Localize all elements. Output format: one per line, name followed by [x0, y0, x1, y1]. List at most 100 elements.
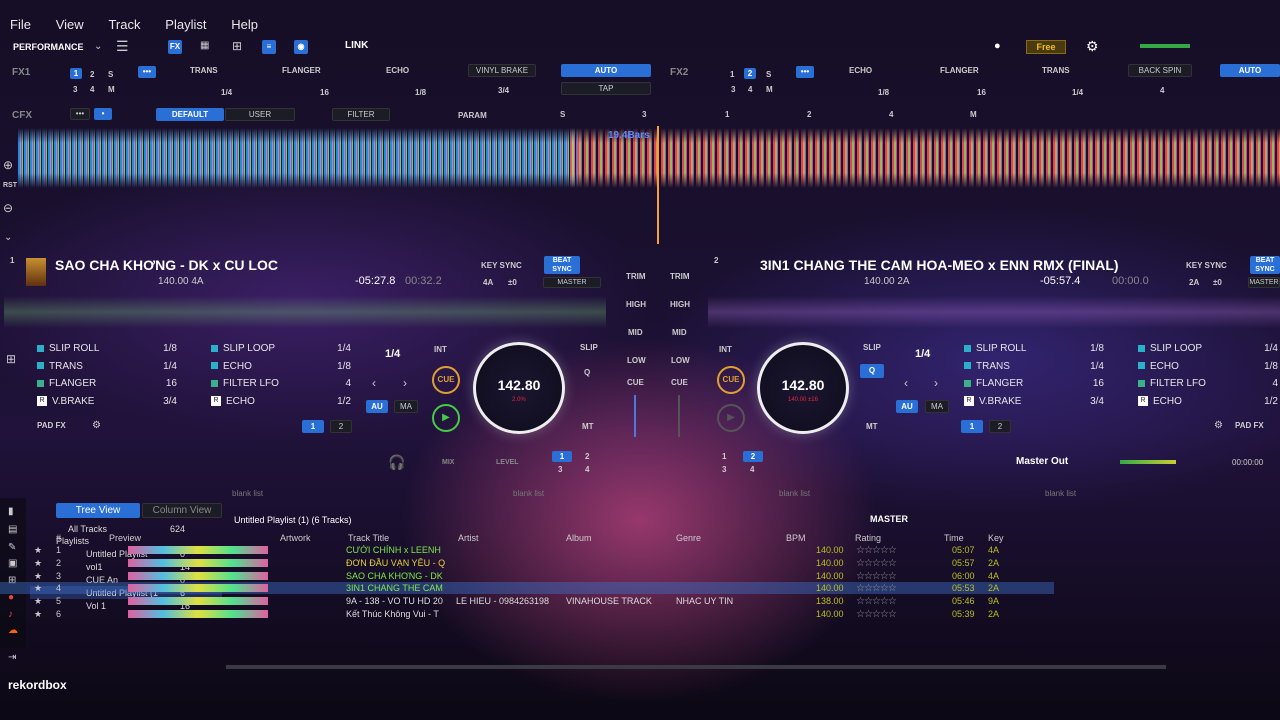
preview-waveform[interactable] — [128, 546, 268, 554]
blank-list-2[interactable]: blank list — [513, 489, 544, 498]
deck1-pad-8[interactable]: R ECHO 1/2 — [211, 396, 351, 410]
deck2-pad-1[interactable]: SLIP ROLL 1/8 — [964, 343, 1104, 357]
link-button[interactable]: LINK — [345, 40, 368, 51]
ch1-trim[interactable]: TRIM — [626, 272, 646, 281]
deck2-cue-button[interactable]: CUE — [717, 366, 745, 394]
deck2-pad-3[interactable]: FLANGER 16 — [964, 378, 1104, 392]
column-header[interactable]: Artwork — [280, 533, 311, 543]
menu-playlist[interactable]: Playlist — [165, 17, 206, 32]
deck2-pad-5[interactable]: SLIP LOOP 1/4 — [1138, 343, 1278, 357]
ch1-cue[interactable]: CUE — [627, 378, 644, 387]
column-view-tab[interactable]: Column View — [142, 503, 222, 518]
table-row[interactable]: ★ 2 ĐƠN ĐẦU VẠN YÊU - Q 140.00 05:57 2A ☆☆☆☆☆ — [0, 557, 1054, 569]
rating-stars-icon[interactable]: ☆☆☆☆☆ — [856, 583, 896, 594]
deck2-dc-2[interactable]: 2 — [743, 451, 763, 462]
deck2-overview[interactable] — [708, 296, 1280, 328]
preview-waveform[interactable] — [128, 584, 268, 593]
deck2-page-1[interactable]: 1 — [961, 420, 983, 433]
menu-help[interactable]: Help — [231, 17, 258, 32]
deck1-pad-5[interactable]: SLIP LOOP 1/4 — [211, 343, 351, 357]
rating-stars-icon[interactable]: ☆☆☆☆☆ — [856, 596, 896, 607]
table-row[interactable]: ★ 1 CƯỚI CHỈNH x LEENH 140.00 05:07 4A ☆☆☆☆☆ — [0, 544, 1054, 556]
deck2-jog[interactable]: 142.80 140.00 ±16 — [757, 342, 849, 434]
ch2-high[interactable]: HIGH — [670, 300, 690, 309]
cfx-user-tab[interactable]: USER — [225, 108, 295, 121]
deck2-dc-1[interactable]: 1 — [722, 452, 726, 461]
deck1-dc-2[interactable]: 2 — [585, 452, 589, 461]
deck1-pad-4[interactable]: R V.BRAKE 3/4 — [37, 396, 177, 410]
deck2-page-2[interactable]: 2 — [989, 420, 1011, 433]
free-badge[interactable]: Free — [1026, 40, 1066, 54]
deck2-pad-4[interactable]: R V.BRAKE 3/4 — [964, 396, 1104, 410]
deck2-master[interactable]: MASTER — [1248, 277, 1280, 288]
fx1-more-icon[interactable]: ••• — [138, 66, 156, 78]
deck1-int[interactable]: INT — [434, 345, 447, 354]
deck2-int[interactable]: INT — [719, 345, 732, 354]
deck2-dc-3[interactable]: 3 — [722, 465, 726, 474]
deck1-quantize[interactable]: Q — [584, 368, 590, 377]
fx2-beat-2[interactable]: 16 — [977, 88, 986, 97]
info-icon[interactable]: ● — [994, 40, 1001, 52]
fx1-deck-2[interactable]: 2 — [90, 70, 94, 79]
fx1-deck-4[interactable]: 4 — [90, 85, 94, 94]
deck2-beat-sync[interactable]: BEAT SYNC — [1250, 256, 1280, 274]
deck1-master[interactable]: MASTER — [543, 277, 601, 288]
fx1-deck-s[interactable]: S — [108, 70, 113, 79]
deck1-key[interactable]: 4A — [483, 278, 493, 287]
deck1-beat-sync[interactable]: BEAT SYNC — [544, 256, 580, 274]
cfx-dot-icon[interactable]: • — [94, 108, 112, 120]
fx2-brake-beat[interactable]: 4 — [1160, 86, 1164, 95]
deck2-pad-6[interactable]: ECHO 1/8 — [1138, 361, 1278, 375]
deck2-key-shift[interactable]: ±0 — [1213, 278, 1222, 287]
record-icon[interactable]: ◉ — [294, 40, 308, 54]
column-header[interactable]: Genre — [676, 533, 701, 543]
fx2-deck-m[interactable]: M — [766, 85, 773, 94]
deck1-pad-fx[interactable]: PAD FX — [37, 421, 66, 430]
column-header[interactable]: Preview — [109, 533, 141, 543]
fx1-deck-m[interactable]: M — [108, 85, 115, 94]
menu-file[interactable]: File — [10, 17, 31, 32]
deck2-dc-4[interactable]: 4 — [750, 465, 754, 474]
fx2-effect-2[interactable]: FLANGER — [940, 66, 979, 75]
fx2-deck-3[interactable]: 3 — [731, 85, 735, 94]
deck2-ma[interactable]: MA — [925, 400, 949, 413]
fx1-deck-3[interactable]: 3 — [73, 85, 77, 94]
deck1-cue-button[interactable]: CUE — [432, 366, 460, 394]
deck2-pad-7[interactable]: FILTER LFO 4 — [1138, 378, 1278, 392]
fx1-brake-beat[interactable]: 3/4 — [498, 86, 509, 95]
deck2-pad-2[interactable]: TRANS 1/4 — [964, 361, 1104, 375]
deck2-key[interactable]: 2A — [1189, 278, 1199, 287]
rating-stars-icon[interactable]: ☆☆☆☆☆ — [856, 558, 896, 569]
column-header[interactable]: Track Title — [348, 533, 389, 543]
rating-stars-icon[interactable]: ☆☆☆☆☆ — [856, 571, 896, 582]
deck2-play-button[interactable]: ▶ — [717, 404, 745, 432]
deck1-pad-2[interactable]: TRANS 1/4 — [37, 361, 177, 375]
fx-panel-icon[interactable]: FX — [168, 40, 182, 54]
deck2-key-sync[interactable]: KEY SYNC — [1186, 261, 1227, 270]
deck2-waveform[interactable] — [570, 128, 1280, 188]
blank-list-1[interactable]: blank list — [232, 489, 263, 498]
deck1-au[interactable]: AU — [366, 400, 388, 413]
cfx-more-icon[interactable]: ••• — [70, 108, 90, 120]
grid-icon[interactable]: ⊞ — [232, 39, 242, 53]
reset-button[interactable]: RST — [3, 182, 17, 189]
cfx-filter-button[interactable]: FILTER — [332, 108, 390, 121]
deck2-slip[interactable]: SLIP — [863, 343, 881, 352]
zoom-out-icon[interactable]: ⊖ — [3, 201, 13, 215]
deck1-dc-3[interactable]: 3 — [558, 465, 562, 474]
column-header[interactable]: Time — [944, 533, 964, 543]
ch1-high[interactable]: HIGH — [626, 300, 646, 309]
ch2-fader[interactable] — [678, 395, 680, 437]
fx2-deck-4[interactable]: 4 — [748, 85, 752, 94]
fx1-beat-2[interactable]: 16 — [320, 88, 329, 97]
deck1-pad-7[interactable]: FILTER LFO 4 — [211, 378, 351, 392]
deck2-au[interactable]: AU — [896, 400, 918, 413]
ch2-trim[interactable]: TRIM — [670, 272, 690, 281]
sampler-icon[interactable]: ▦ — [200, 40, 209, 51]
headphone-mix[interactable]: MIX — [442, 459, 454, 466]
mode-selector[interactable]: PERFORMANCE — [13, 42, 84, 52]
menu-view[interactable]: View — [56, 17, 84, 32]
deck1-pad-3[interactable]: FLANGER 16 — [37, 378, 177, 392]
ch1-low[interactable]: LOW — [627, 356, 646, 365]
master-out[interactable]: Master Out — [1016, 456, 1068, 467]
